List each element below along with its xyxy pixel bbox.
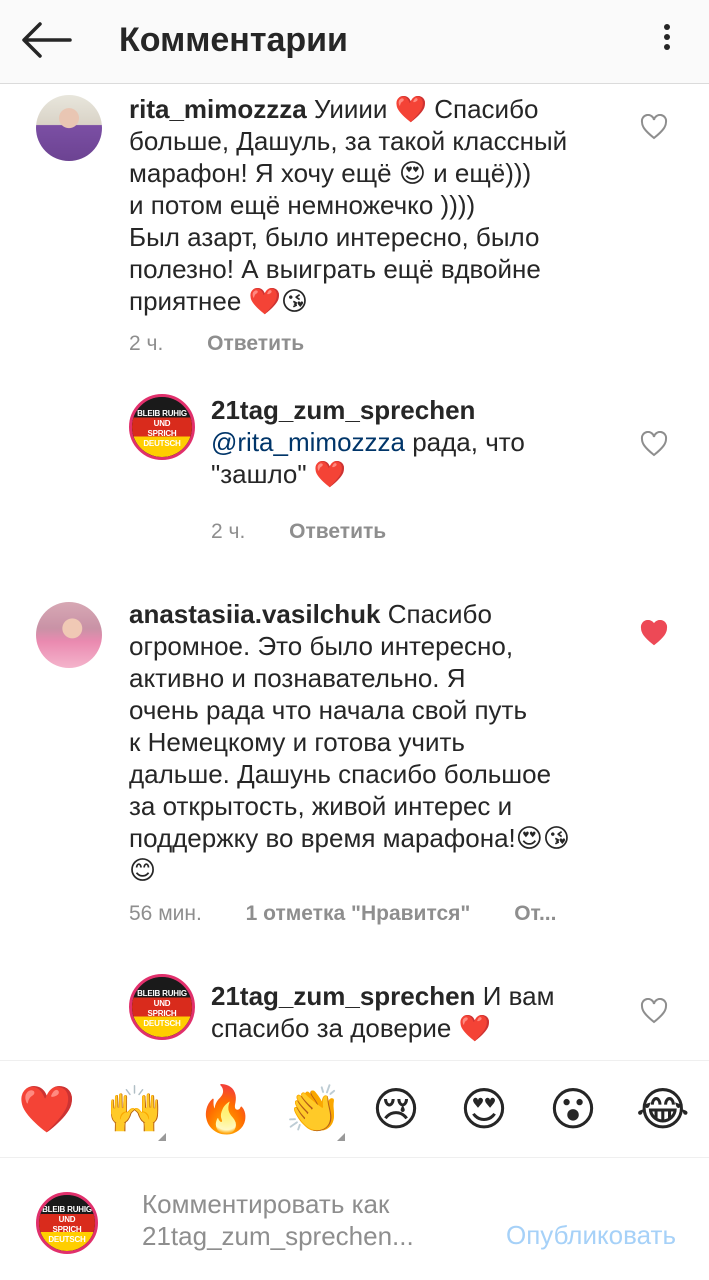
user-avatar[interactable] (36, 602, 102, 668)
user-avatar[interactable] (36, 95, 102, 161)
variant-indicator-icon (158, 1133, 166, 1141)
surprised-face-emoji-icon[interactable]: 😮 (549, 1083, 597, 1135)
heart-filled-icon[interactable] (640, 619, 668, 646)
likes-count-button[interactable]: 1 отметка "Нравится" (246, 902, 471, 926)
brand-avatar[interactable]: BLEIB RUHIG UND SPRICH DEUTSCH (129, 974, 195, 1040)
page-title: Комментарии (119, 21, 348, 59)
heart-eyes-emoji-icon[interactable]: 😍 (460, 1083, 508, 1135)
comment-text: anastasiia.vasilchuk Спасибо огромное. Э… (129, 599, 570, 885)
comment-time: 2 ч. (129, 332, 164, 355)
current-user-avatar: BLEIB RUHIG UND SPRICH DEUTSCH (36, 1192, 98, 1254)
clapping-hands-emoji-icon[interactable]: 👏 (285, 1083, 342, 1135)
comments-list: rita_mimozzza Уииии ❤️ Спасибо больше, Д… (0, 84, 709, 1060)
mention-link[interactable]: @rita_mimozzza (211, 427, 405, 457)
comment-username[interactable]: 21tag_zum_sprechen (211, 981, 475, 1011)
quick-reactions-bar: ❤️ 🙌 🔥 👏 😢 😍 😮 😂 (0, 1060, 709, 1158)
reply-button[interactable]: Ответить (289, 520, 386, 544)
top-bar: Комментарии (0, 0, 709, 84)
comment-meta: 2 ч. Ответить (211, 520, 386, 544)
comment-input[interactable]: Комментировать как 21tag_zum_sprechen... (142, 1188, 482, 1252)
red-heart-emoji-icon[interactable]: ❤️ (18, 1083, 75, 1135)
reply-button[interactable]: От... (514, 902, 556, 926)
comment-username[interactable]: anastasiia.vasilchuk (129, 599, 380, 629)
crying-face-emoji-icon[interactable]: 😢 (372, 1083, 420, 1135)
comment-time: 56 мин. (129, 902, 202, 925)
heart-outline-icon[interactable] (640, 113, 668, 140)
comment-text: 21tag_zum_sprechen И вам спасибо за дове… (211, 981, 555, 1043)
heart-outline-icon[interactable] (640, 430, 668, 457)
comment-meta: 56 мин. 1 отметка "Нравится" От... (129, 902, 556, 926)
brand-avatar[interactable]: BLEIB RUHIG UND SPRICH DEUTSCH (129, 394, 195, 460)
tears-of-joy-emoji-icon[interactable]: 😂 (636, 1083, 690, 1135)
comment-username[interactable]: rita_mimozzza (129, 94, 307, 124)
reply-button[interactable]: Ответить (207, 332, 304, 356)
fire-emoji-icon[interactable]: 🔥 (197, 1083, 254, 1135)
variant-indicator-icon (337, 1133, 345, 1141)
publish-button[interactable]: Опубликовать (506, 1220, 676, 1251)
more-options-icon[interactable] (657, 20, 677, 60)
raising-hands-emoji-icon[interactable]: 🙌 (106, 1083, 163, 1135)
comment-meta: 2 ч. Ответить (129, 332, 304, 356)
comment-time: 2 ч. (211, 520, 246, 543)
heart-outline-icon[interactable] (640, 997, 668, 1024)
comment-username[interactable]: 21tag_zum_sprechen (211, 395, 475, 425)
comment-text: rita_mimozzza Уииии ❤️ Спасибо больше, Д… (129, 94, 568, 316)
back-arrow-icon[interactable] (18, 18, 74, 62)
comment-text: 21tag_zum_sprechen @rita_mimozzza рада, … (211, 395, 525, 489)
comment-composer: BLEIB RUHIG UND SPRICH DEUTSCH Комментир… (0, 1158, 709, 1280)
